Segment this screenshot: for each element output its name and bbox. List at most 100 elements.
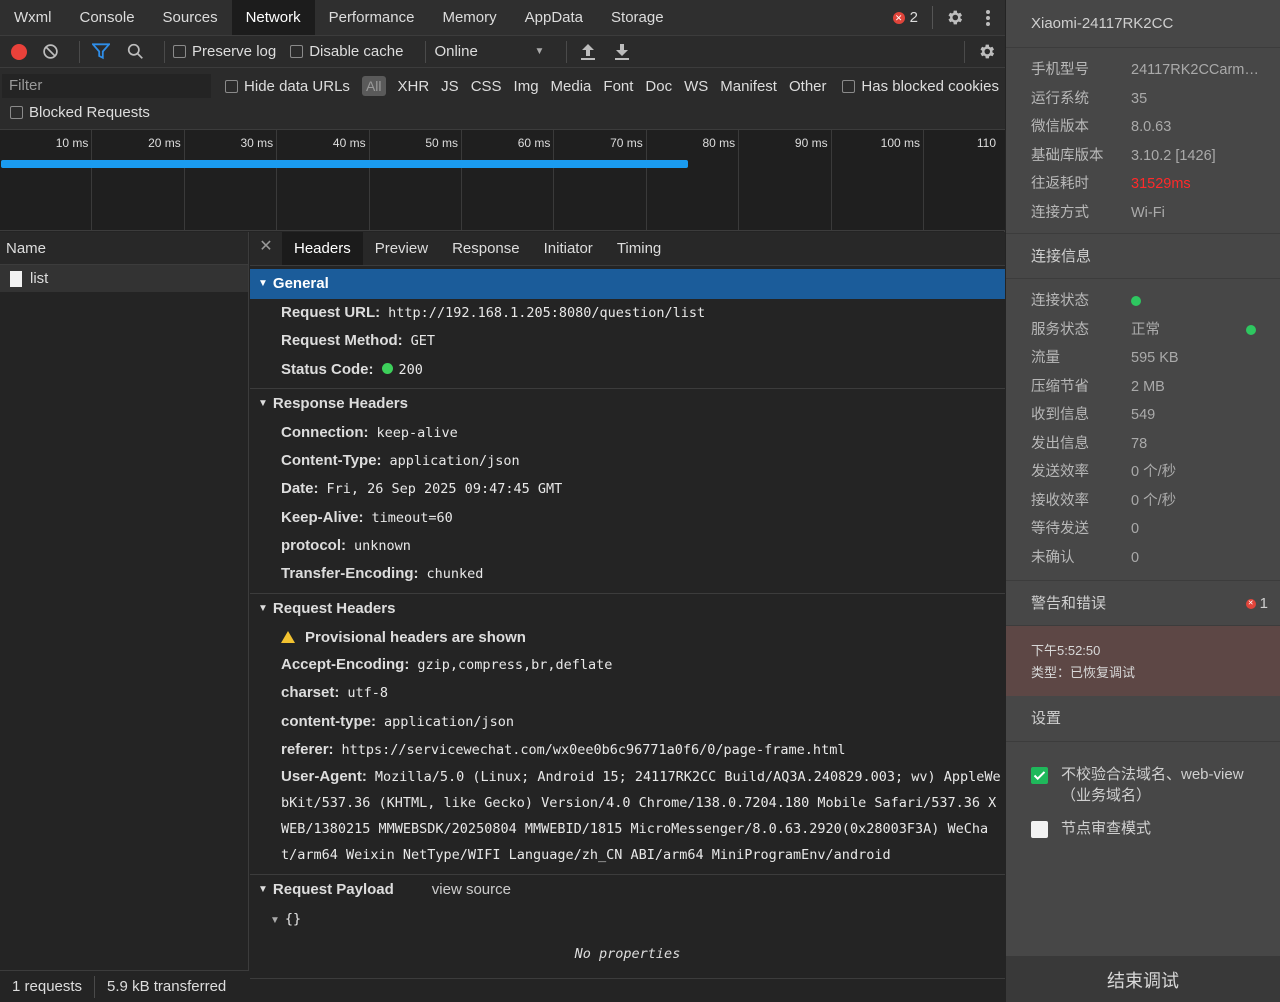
header-key: protocol:	[281, 537, 346, 555]
more-menu-icon[interactable]	[971, 0, 1005, 35]
export-har-icon[interactable]	[609, 39, 635, 65]
tab-memory[interactable]: Memory	[428, 0, 510, 35]
general-title: General	[272, 275, 329, 292]
filter-doc[interactable]: Doc	[645, 78, 672, 95]
request-count: 1 requests	[12, 978, 83, 995]
view-source-link[interactable]: view source	[432, 875, 511, 905]
close-icon[interactable]: ✕	[250, 232, 282, 265]
user-agent-value: Mozilla/5.0 (Linux; Android 15; 24117RK2…	[281, 769, 1001, 864]
record-icon[interactable]	[11, 43, 27, 60]
info-value: 0	[1131, 549, 1140, 566]
filter-media[interactable]: Media	[551, 78, 592, 95]
error-icon: ✕	[1245, 599, 1256, 609]
filter-css[interactable]: CSS	[471, 78, 502, 95]
filter-other[interactable]: Other	[789, 78, 827, 95]
triangle-down-icon: ▼	[258, 397, 268, 409]
round-trip-time: 31529ms	[1131, 176, 1191, 192]
general-section-header[interactable]: ▼ General	[250, 269, 1005, 299]
header-key: Keep-Alive:	[281, 508, 364, 526]
timeline-overview[interactable]: 10 ms 20 ms 30 ms 40 ms 50 ms 60 ms 70 ms 80 ms…	[0, 130, 1005, 231]
header-row: content-type: application/json	[250, 708, 1005, 736]
no-properties-text: No properties	[574, 946, 681, 963]
info-key: 发出信息	[1031, 435, 1089, 452]
wechat-version: 8.0.63	[1131, 119, 1172, 135]
header-key: Content-Type:	[281, 452, 382, 470]
request-headers-header[interactable]: ▼ Request Headers	[250, 594, 1005, 624]
filter-all-button[interactable]: All	[361, 76, 386, 96]
tab-response[interactable]: Response	[440, 232, 532, 265]
network-settings-gear-icon[interactable]	[973, 39, 999, 65]
user-agent-row: User-Agent: Mozilla/5.0 (Linux; Android 1…	[250, 764, 1002, 868]
clear-icon[interactable]	[37, 39, 63, 65]
tab-timing[interactable]: Timing	[605, 232, 673, 265]
error-count-badge[interactable]: ✕ 2	[883, 0, 928, 35]
phone-model: 24117RK2CCarmeline	[1131, 62, 1261, 78]
checkbox-checked-icon[interactable]	[1031, 767, 1048, 784]
filter-img[interactable]: Img	[514, 78, 539, 95]
tab-sources[interactable]: Sources	[149, 0, 232, 35]
end-debug-button[interactable]: 结束调试	[1006, 956, 1280, 1002]
device-info-panel: Xiaomi-24117RK2CC 手机型号 24117RK2CCarmeline…	[1006, 0, 1280, 1002]
triangle-down-icon[interactable]: ▼	[270, 907, 280, 934]
search-icon[interactable]	[122, 39, 148, 65]
tab-initiator[interactable]: Initiator	[532, 232, 605, 265]
throttle-select[interactable]: Online ▼	[434, 43, 544, 60]
response-headers-section: ▼ Response Headers Connection: keep-alive…	[250, 389, 1005, 594]
info-key: 往返耗时	[1031, 176, 1089, 192]
blocked-requests-label: Blocked Requests	[29, 104, 150, 121]
request-row[interactable]: list	[0, 265, 248, 292]
info-value: 2 MB	[1131, 378, 1165, 395]
header-key: content-type:	[281, 712, 376, 730]
info-key: 连接方式	[1031, 204, 1089, 221]
has-blocked-cookies-checkbox[interactable]	[842, 79, 856, 93]
tab-wxml[interactable]: Wxml	[0, 0, 66, 35]
import-har-icon[interactable]	[575, 39, 601, 65]
info-key: 连接状态	[1031, 293, 1089, 309]
warnings-errors-header[interactable]: 警告和错误 ✕ 1	[1006, 580, 1280, 626]
disable-cache-checkbox[interactable]	[290, 45, 304, 58]
filter-xhr[interactable]: XHR	[398, 78, 430, 95]
tab-network[interactable]: Network	[231, 0, 315, 35]
header-row: Keep-Alive: timeout=60	[250, 504, 1005, 532]
node-inspect-option[interactable]: 节点审查模式	[1006, 818, 1280, 839]
filter-manifest[interactable]: Manifest	[720, 78, 777, 95]
blocked-requests-checkbox[interactable]	[10, 106, 23, 119]
checkbox-unchecked-icon[interactable]	[1031, 821, 1048, 838]
tab-storage[interactable]: Storage	[597, 0, 678, 35]
settings-gear-icon[interactable]	[937, 0, 971, 35]
device-title: Xiaomi-24117RK2CC	[1006, 0, 1280, 48]
header-row: charset: utf-8	[250, 679, 1005, 707]
skip-domain-check-option[interactable]: 不校验合法域名、web-view（业务域名）	[1006, 764, 1280, 806]
tab-headers[interactable]: Headers	[282, 232, 363, 265]
preserve-log-checkbox[interactable]	[173, 45, 186, 58]
error-entry[interactable]: 下午5:52:50 类型：已恢复调试	[1006, 626, 1280, 696]
header-key: Connection:	[281, 423, 369, 441]
tab-console[interactable]: Console	[66, 0, 149, 35]
request-payload-title: Request Payload	[272, 881, 394, 899]
filter-ws[interactable]: WS	[684, 78, 708, 95]
throttle-value: Online	[434, 43, 478, 60]
filter-js[interactable]: JS	[441, 78, 459, 95]
tab-preview[interactable]: Preview	[363, 232, 440, 265]
lib-version: 3.10.2 [1426]	[1131, 147, 1216, 164]
filter-input[interactable]: Filter	[2, 74, 212, 98]
request-payload-header[interactable]: ▼ Request Payload view source	[250, 875, 1005, 905]
request-name-column: Name list 1 requests 5.9 kB transferred	[0, 232, 249, 1002]
tab-appdata[interactable]: AppData	[511, 0, 597, 35]
header-value: chunked	[426, 566, 484, 583]
triangle-down-icon: ▼	[258, 602, 268, 614]
error-time: 下午5:52:50	[1031, 643, 1101, 658]
skip-domain-check-label: 不校验合法域名、web-view（业务域名）	[1061, 766, 1244, 804]
settings-header: 设置	[1006, 696, 1280, 742]
filter-font[interactable]: Font	[603, 78, 633, 95]
timeline-request-bar	[1, 160, 689, 168]
tab-performance[interactable]: Performance	[315, 0, 429, 35]
status-ok-icon	[381, 362, 393, 374]
filter-icon[interactable]	[88, 39, 114, 65]
response-headers-header[interactable]: ▼ Response Headers	[250, 389, 1005, 419]
hide-data-urls-label: Hide data URLs	[244, 77, 350, 95]
os-version: 35	[1131, 90, 1148, 107]
info-key: 压缩节省	[1031, 378, 1089, 395]
hide-data-urls-checkbox[interactable]	[225, 79, 239, 93]
name-column-header[interactable]: Name	[0, 232, 248, 265]
